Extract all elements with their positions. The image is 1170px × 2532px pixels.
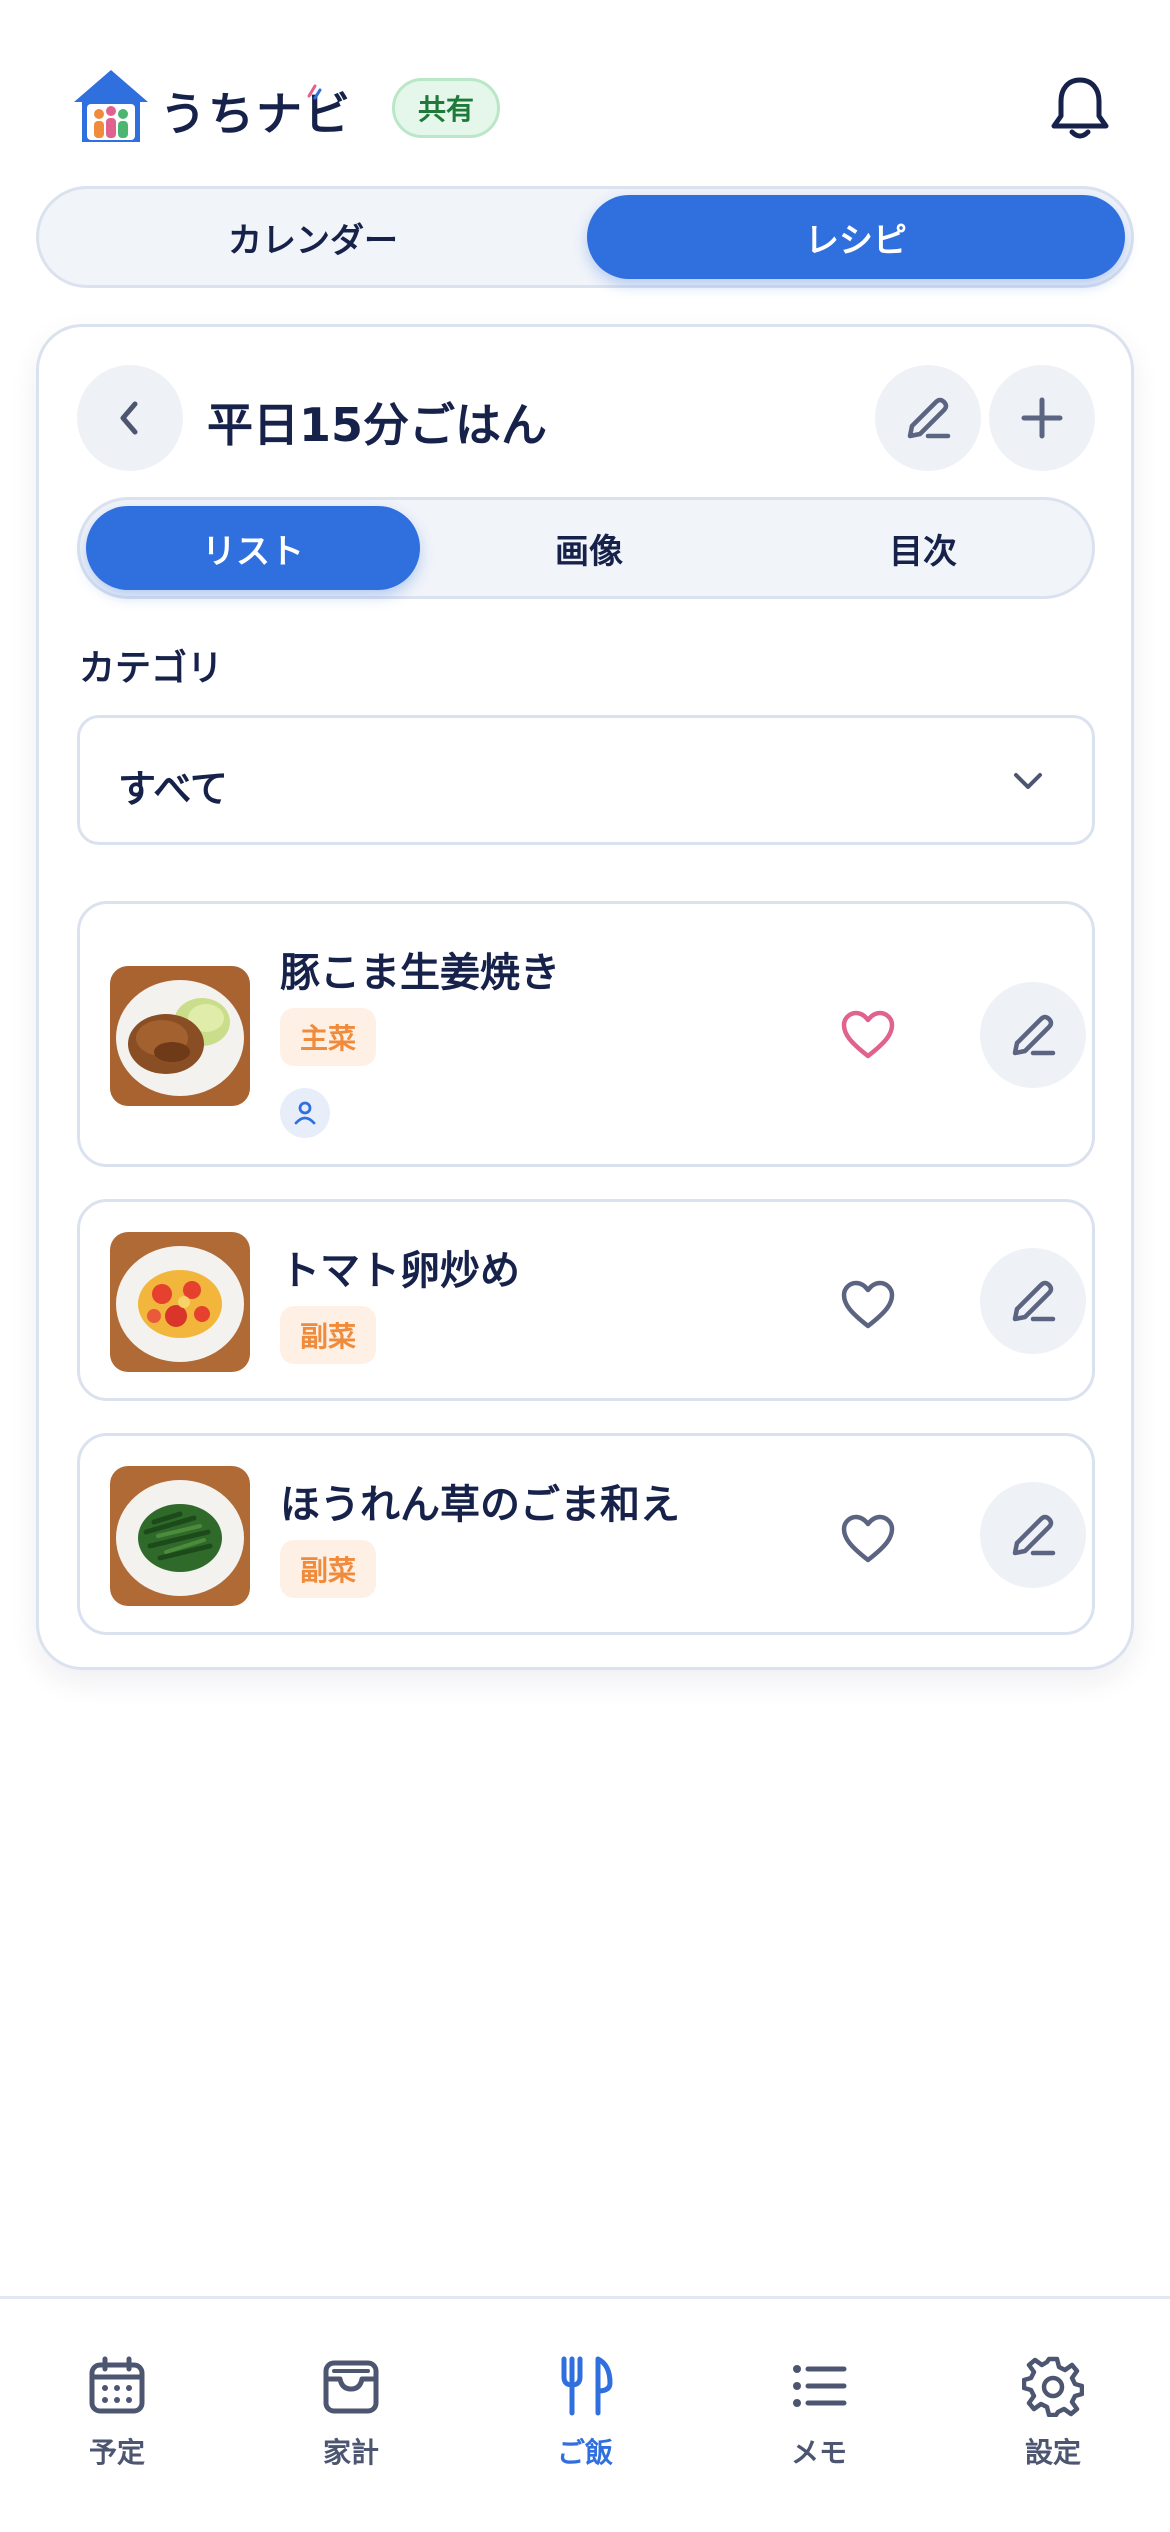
recipe-photo <box>110 966 250 1106</box>
pencil-icon <box>907 397 951 439</box>
plus-icon <box>1021 397 1063 439</box>
nav-label: 予定 <box>88 2436 145 2469</box>
app-header: うちナビ 共有 <box>0 0 1170 180</box>
nav-item-settings[interactable]: 設定 <box>973 2355 1133 2475</box>
nav-label: メモ <box>790 2436 847 2469</box>
edit-book-button[interactable] <box>875 365 981 471</box>
heart-outline-icon[interactable] <box>840 1280 896 1330</box>
user-icon <box>280 1088 330 1138</box>
nav-item-schedule[interactable]: 予定 <box>37 2355 197 2475</box>
main-tabs: カレンダー レシピ <box>36 186 1134 288</box>
tab-toc[interactable]: 目次 <box>756 506 1090 590</box>
pencil-icon <box>1012 1014 1056 1056</box>
tab-recipe[interactable]: レシピ <box>587 195 1125 279</box>
recipe-name: 豚こま生姜焼き <box>280 950 560 996</box>
nav-item-budget[interactable]: 家計 <box>271 2355 431 2475</box>
recipe-item[interactable]: 豚こま生姜焼き 主菜 <box>77 901 1095 1167</box>
category-tag: 主菜 <box>280 1008 376 1066</box>
edit-recipe-button[interactable] <box>980 1482 1086 1588</box>
shared-badge[interactable]: 共有 <box>392 78 500 138</box>
heart-outline-icon[interactable] <box>840 1514 896 1564</box>
category-tag: 副菜 <box>280 1540 376 1598</box>
add-recipe-button[interactable] <box>989 365 1095 471</box>
heart-filled-icon[interactable] <box>840 1010 896 1060</box>
house-logo-icon <box>74 70 148 142</box>
recipe-name: ほうれん草のごま和え <box>280 1482 680 1528</box>
nav-label: ご飯 <box>556 2436 613 2469</box>
wallet-icon <box>323 2360 379 2414</box>
tab-calendar[interactable]: カレンダー <box>45 195 581 279</box>
calendar-icon <box>89 2356 145 2414</box>
edit-recipe-button[interactable] <box>980 982 1086 1088</box>
edit-recipe-button[interactable] <box>980 1248 1086 1354</box>
nav-label: 設定 <box>1024 2436 1081 2469</box>
bell-icon[interactable] <box>1048 74 1112 144</box>
nav-label: 家計 <box>322 2436 379 2469</box>
fork-knife-icon <box>561 2356 613 2416</box>
category-label: カテゴリ <box>79 648 224 689</box>
pencil-icon <box>1012 1514 1056 1556</box>
pencil-icon <box>1012 1280 1056 1322</box>
recipe-item[interactable]: トマト卵炒め 副菜 <box>77 1199 1095 1401</box>
recipe-photo <box>110 1466 250 1606</box>
recipe-book-title: 平日15分ごはん <box>207 398 548 452</box>
recipe-book-card: 平日15分ごはん リスト 画像 目次 カテゴリ すべて 豚こま生姜焼き 主菜 ト… <box>36 324 1134 1670</box>
recipe-item[interactable]: ほうれん草のごま和え 副菜 <box>77 1433 1095 1635</box>
nav-item-meals[interactable]: ご飯 <box>505 2355 665 2475</box>
list-icon <box>793 2365 847 2407</box>
recipe-name: トマト卵炒め <box>280 1248 520 1294</box>
gear-icon <box>1022 2356 1084 2417</box>
bottom-nav: 予定 家計 ご飯 メモ 設定 <box>0 2296 1170 2532</box>
category-tag: 副菜 <box>280 1306 376 1364</box>
app-title: うちナビ <box>160 87 352 141</box>
chevron-down-icon <box>1014 773 1042 789</box>
nav-item-memo[interactable]: メモ <box>739 2355 899 2475</box>
chevron-left-icon <box>120 401 138 435</box>
tab-image[interactable]: 画像 <box>422 506 756 590</box>
sparkle-icon <box>307 84 322 100</box>
category-select[interactable]: すべて <box>77 715 1095 845</box>
tab-list[interactable]: リスト <box>86 506 420 590</box>
view-tabs: リスト 画像 目次 <box>77 497 1095 599</box>
recipe-photo <box>110 1232 250 1372</box>
back-button[interactable] <box>77 365 183 471</box>
category-value: すべて <box>118 767 228 811</box>
